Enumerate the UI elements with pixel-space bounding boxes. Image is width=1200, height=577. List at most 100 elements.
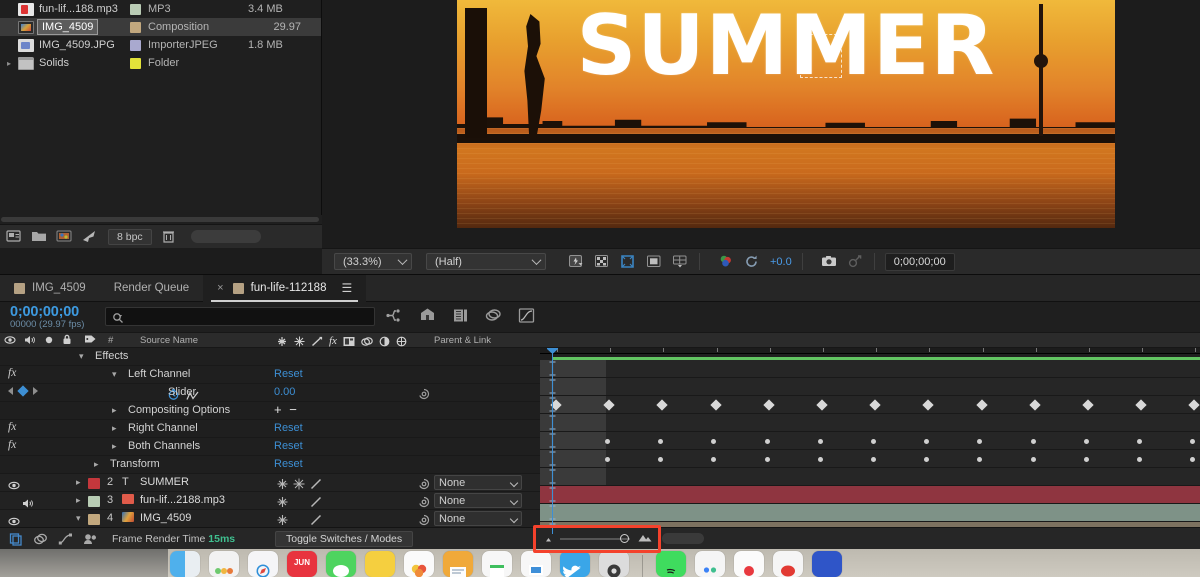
zoom-in-icon[interactable]	[637, 530, 652, 548]
lock-icon[interactable]	[62, 334, 72, 348]
project-item-name[interactable]: Solids	[39, 57, 69, 69]
solo-icon[interactable]	[44, 335, 54, 348]
keyframe-marker[interactable]	[657, 399, 668, 410]
keyframe-marker[interactable]	[711, 439, 716, 444]
timeline-scrollbar[interactable]	[662, 533, 704, 544]
system-preferences-icon[interactable]	[599, 551, 629, 577]
notes-icon[interactable]	[365, 551, 395, 577]
composition-preview[interactable]: SUMMER	[457, 0, 1115, 228]
keyframe-marker[interactable]	[818, 457, 823, 462]
collapse-transformations-icon[interactable]	[293, 477, 306, 489]
parent-dropdown[interactable]: None	[434, 493, 522, 508]
draft-3d-icon[interactable]	[418, 306, 437, 325]
graph-property-row[interactable]	[540, 378, 1200, 396]
keyframe-marker[interactable]	[871, 457, 876, 462]
project-item-name[interactable]: fun-lif...188.mp3	[39, 3, 118, 15]
timeline-tab-0[interactable]: IMG_4509	[0, 275, 100, 302]
time-ruler[interactable]: 00f01f02f03f04f05f06f07f08f09f10f11f12f	[540, 348, 1200, 354]
keyframe-marker[interactable]	[818, 439, 823, 444]
timeline-timecode[interactable]: 0;00;00;00	[10, 304, 84, 320]
project-item-row[interactable]: IMG_4509.JPGImporterJPEG1.8 MB	[0, 36, 321, 54]
toggle-transparency-grid-icon[interactable]	[594, 254, 611, 269]
red-app-icon[interactable]	[773, 551, 803, 577]
keyframe-marker[interactable]	[976, 399, 987, 410]
keyframe-marker[interactable]	[765, 439, 770, 444]
panel-menu-icon[interactable]: ☰	[341, 281, 352, 295]
parent-dropdown[interactable]: None	[434, 511, 522, 526]
keyframe-marker[interactable]	[658, 457, 663, 462]
keyframe-marker[interactable]	[977, 439, 982, 444]
graph-property-row[interactable]	[540, 396, 1200, 414]
label-color-swatch[interactable]	[130, 22, 141, 33]
disclosure-triangle-icon[interactable]: ▾	[79, 351, 84, 362]
previous-keyframe-icon[interactable]	[8, 387, 13, 395]
disclosure-triangle-icon[interactable]: ▸	[112, 405, 117, 416]
disclosure-triangle-icon[interactable]: ▸	[94, 459, 99, 470]
timeline-tab-1[interactable]: Render Queue	[100, 275, 203, 302]
layer-duration-bar[interactable]	[540, 486, 1200, 503]
new-folder-icon[interactable]	[31, 229, 48, 244]
keyframe-marker[interactable]	[870, 399, 881, 410]
camera-snapshot-icon[interactable]	[821, 254, 838, 269]
keyframe-marker[interactable]	[1084, 439, 1089, 444]
keyframe-marker[interactable]	[1084, 457, 1089, 462]
shy-icon[interactable]	[276, 513, 289, 525]
timeline-tab-2[interactable]: ×fun-life-112188☰	[203, 275, 366, 302]
graph-editor-icon[interactable]	[517, 306, 536, 325]
disclosure-triangle-icon[interactable]: ▸	[0, 59, 18, 68]
color-management-icon[interactable]	[718, 254, 735, 269]
layer-duration-bar[interactable]	[540, 504, 1200, 521]
video-visibility-icon[interactable]	[8, 478, 20, 489]
reset-link[interactable]: Reset	[274, 422, 303, 434]
composition-mini-flowchart-icon[interactable]	[385, 306, 404, 325]
project-item-row[interactable]: ▸SolidsFolder	[0, 54, 321, 72]
layer-color-swatch[interactable]	[88, 514, 100, 525]
label-color-swatch[interactable]	[130, 40, 141, 51]
keyframe-toggle-icon[interactable]	[17, 385, 28, 396]
keyframe-marker[interactable]	[763, 399, 774, 410]
expression-pickwhip-icon[interactable]	[418, 387, 430, 399]
reset-link[interactable]: Reset	[274, 440, 303, 452]
project-settings-icon[interactable]	[6, 229, 23, 244]
keyframe-marker[interactable]	[1082, 399, 1093, 410]
bit-depth-chip[interactable]: 8 bpc	[108, 229, 152, 245]
disclosure-triangle-icon[interactable]: ▾	[76, 513, 81, 524]
keyframe-marker[interactable]	[1031, 439, 1036, 444]
frame-blending-enable-icon[interactable]	[484, 306, 503, 325]
pages-icon[interactable]	[443, 551, 473, 577]
graph-editor-toggle-icon[interactable]	[58, 532, 73, 546]
label-color-swatch[interactable]	[130, 4, 141, 15]
timeline-zoom-slider[interactable]	[538, 530, 656, 547]
layer-name[interactable]: fun-lif...2188.mp3	[140, 494, 225, 506]
disclosure-triangle-icon[interactable]: ▸	[112, 423, 117, 434]
recording-app-icon[interactable]	[734, 551, 764, 577]
label-column-icon[interactable]	[84, 333, 97, 349]
property-value[interactable]: 0.00	[274, 386, 295, 398]
reset-link[interactable]: Reset	[274, 458, 303, 470]
layer-name[interactable]: IMG_4509	[140, 512, 191, 524]
quality-icon[interactable]	[310, 513, 323, 525]
current-time-indicator[interactable]	[552, 348, 553, 534]
keyframe-marker[interactable]	[1137, 457, 1142, 462]
finder-icon[interactable]	[170, 551, 200, 577]
numbers-icon[interactable]	[482, 551, 512, 577]
keyframe-marker[interactable]	[1136, 399, 1147, 410]
twitter-icon[interactable]	[560, 551, 590, 577]
keyframe-marker[interactable]	[1137, 439, 1142, 444]
disclosure-triangle-icon[interactable]: ▸	[76, 477, 81, 488]
composition-viewer[interactable]: SUMMER	[322, 0, 1200, 248]
keyframe-marker[interactable]	[1029, 399, 1040, 410]
hide-shy-layers-icon[interactable]	[451, 306, 470, 325]
project-search-pill[interactable]	[191, 230, 261, 243]
blue-app-icon[interactable]	[812, 551, 842, 577]
keyframe-marker[interactable]	[923, 399, 934, 410]
layer-name[interactable]: SUMMER	[140, 476, 189, 488]
video-visibility-icon[interactable]	[8, 514, 20, 525]
region-of-interest-icon[interactable]	[620, 254, 637, 269]
keyframe-marker[interactable]	[711, 457, 716, 462]
frame-blending-toggle-icon[interactable]	[8, 532, 23, 546]
shy-icon[interactable]	[276, 477, 289, 489]
keyframe-marker[interactable]	[924, 439, 929, 444]
keyframe-marker[interactable]	[1190, 457, 1195, 462]
keyframe-marker[interactable]	[871, 439, 876, 444]
